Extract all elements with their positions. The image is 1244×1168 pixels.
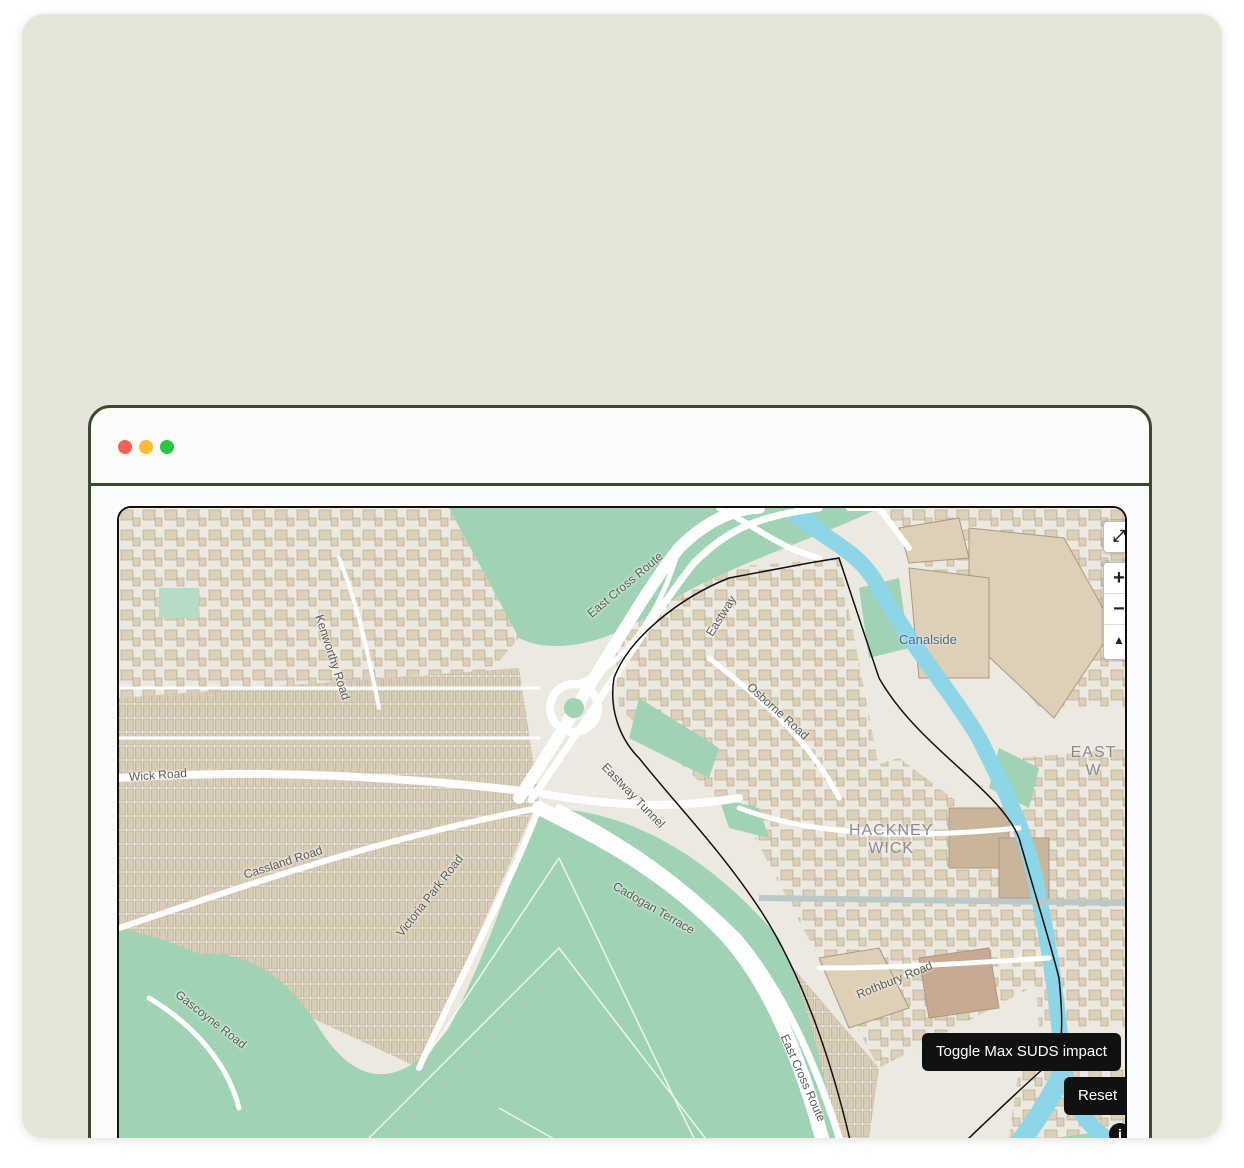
browser-window: East Cross Route Kenworthy Road Eastway … [88, 405, 1152, 1138]
map-label-hackney-wick: HACKNEY WICK [849, 822, 933, 858]
minimize-window-button[interactable] [139, 440, 153, 454]
maximize-window-button[interactable] [160, 440, 174, 454]
map-label-canalside: Canalside [899, 632, 957, 647]
map-view[interactable]: East Cross Route Kenworthy Road Eastway … [117, 506, 1127, 1138]
window-titlebar [91, 408, 1149, 486]
zoom-out-button[interactable]: − [1104, 594, 1125, 625]
info-icon[interactable]: i [1109, 1123, 1125, 1138]
zoom-control[interactable]: + − ▲ [1103, 562, 1125, 660]
page-card: East Cross Route Kenworthy Road Eastway … [22, 14, 1222, 1138]
place-name-line-1: HACKNEY [849, 822, 934, 839]
map-label-east-partial: EAST W [1070, 744, 1117, 779]
zoom-in-button[interactable]: + [1104, 563, 1125, 594]
place-name-line-2: WICK [868, 840, 915, 857]
toggle-max-suds-button[interactable]: Toggle Max SUDS impact [922, 1033, 1121, 1071]
fullscreen-control[interactable]: ⤢ [1103, 521, 1125, 553]
close-window-button[interactable] [118, 440, 132, 454]
compass-icon[interactable]: ▲ [1104, 625, 1125, 655]
expand-arrows-icon[interactable]: ⤢ [1104, 522, 1125, 552]
reset-button[interactable]: Reset [1064, 1077, 1125, 1115]
